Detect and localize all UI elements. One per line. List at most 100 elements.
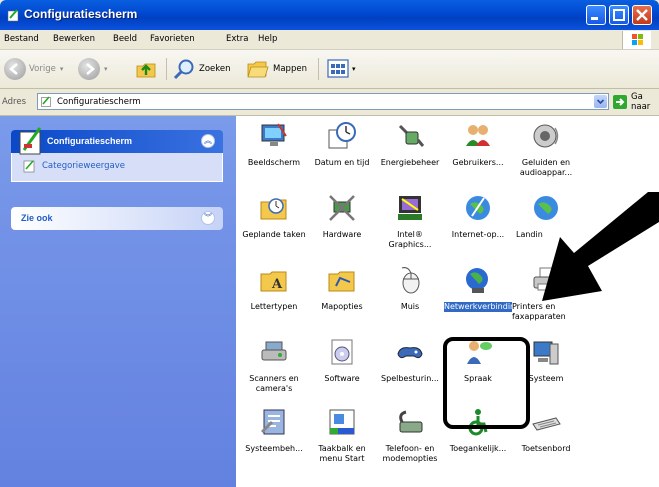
menu-help[interactable]: Help (258, 34, 277, 44)
mouse-icon (401, 267, 420, 294)
control-panel-icon (7, 9, 19, 22)
speaker-icon (533, 124, 559, 148)
item-label: Geplande taken (242, 230, 306, 239)
item-netwerkverbindingen[interactable]: Netwerkverbindingen (444, 264, 512, 312)
standard-toolbar: Vorige ▾ ▾ Zoeken Mappen ▾ (0, 50, 659, 89)
item-gebruikers[interactable]: Gebruikers... (444, 120, 512, 168)
back-arrow-icon (4, 58, 26, 80)
address-field[interactable]: Configuratiescherm (37, 93, 609, 110)
forward-arrow-icon (78, 58, 100, 80)
menu-favorieten[interactable]: Favorieten (150, 34, 195, 44)
see-also-header[interactable]: Zie ook ︾ (11, 207, 223, 230)
items-view: Beeldscherm Datum en tijd Energiebeheer … (236, 116, 659, 487)
item-beeldscherm[interactable]: Beeldscherm (240, 120, 308, 168)
item-label: Datum en tijd (314, 158, 370, 167)
item-energiebeheer[interactable]: Energiebeheer (376, 120, 444, 168)
scheduled-tasks-icon (260, 198, 287, 220)
item-mapopties[interactable]: Mapopties (308, 264, 376, 312)
expand-chevron-icon[interactable]: ︾ (201, 211, 215, 225)
item-geplande-taken[interactable]: Geplande taken (240, 192, 308, 240)
item-label: Mapopties (321, 302, 363, 311)
intel-graphics-icon (398, 196, 422, 220)
close-icon (636, 9, 648, 21)
item-hardware[interactable]: Hardware (308, 192, 376, 240)
network-icon (466, 268, 488, 293)
item-label: Muis (400, 302, 420, 311)
item-lettertypen[interactable]: A Lettertypen (240, 264, 308, 312)
item-label: Lettertypen (250, 302, 298, 311)
control-panel-pane: Configuratiescherm ︽ Categorieweergave (11, 127, 223, 182)
item-label: Software (324, 374, 360, 383)
search-button[interactable]: Zoeken (172, 57, 231, 81)
folders-label: Mappen (273, 64, 307, 74)
title-bar[interactable]: Configuratiescherm (0, 0, 659, 30)
item-datum-en-tijd[interactable]: Datum en tijd (308, 120, 376, 168)
item-label: Hardware (322, 230, 362, 239)
maximize-button[interactable] (609, 5, 629, 25)
back-dropdown-icon[interactable]: ▾ (60, 65, 64, 73)
internet-options-icon (466, 196, 490, 220)
see-also-title: Zie ook (21, 213, 53, 223)
item-label: Landin (516, 230, 543, 239)
item-systeembeheer[interactable]: Systeembeh... (240, 406, 308, 454)
menu-bestand[interactable]: Bestand (4, 34, 39, 44)
item-muis[interactable]: Muis (376, 264, 444, 312)
collapse-chevron-icon[interactable]: ︽ (201, 134, 215, 148)
keyboard-icon (532, 417, 561, 431)
pane-title: Configuratiescherm (47, 136, 133, 146)
forward-dropdown-icon[interactable]: ▾ (104, 65, 108, 73)
maximize-icon (613, 9, 625, 21)
control-panel-small-icon (41, 96, 51, 107)
item-geluiden[interactable]: Geluiden en audioappar... (512, 120, 580, 178)
item-landinstellingen[interactable]: Landin (512, 192, 580, 240)
clock-icon (328, 122, 356, 149)
fonts-icon: A (260, 271, 287, 292)
scanner-icon (261, 341, 287, 361)
windows-logo (622, 31, 651, 49)
item-label: Telefoon- en modemopties (382, 444, 438, 463)
menu-extra[interactable]: Extra (226, 34, 248, 44)
go-button[interactable]: Ga naar (613, 92, 659, 112)
views-button[interactable]: ▾ (326, 57, 356, 81)
close-button[interactable] (632, 5, 652, 25)
address-label: Adres (2, 97, 27, 107)
item-label: Intel® Graphics... (388, 230, 432, 249)
minimize-button[interactable] (586, 5, 606, 25)
menu-bewerken[interactable]: Bewerken (53, 34, 95, 44)
highlight-box (443, 337, 530, 429)
views-dropdown-icon: ▾ (352, 65, 356, 73)
item-taakbalk[interactable]: Taakbalk en menu Start (308, 406, 376, 464)
views-icon (327, 59, 349, 78)
folder-options-icon (328, 271, 355, 292)
explorer-window: Configuratiescherm Bestand Bewerken Beel… (0, 0, 659, 487)
regional-settings-icon (534, 196, 558, 220)
windows-flag-icon (632, 34, 643, 45)
item-label: Energiebeheer (380, 158, 440, 167)
forward-button[interactable]: ▾ (78, 57, 108, 81)
item-telefoon[interactable]: Telefoon- en modemopties (376, 406, 444, 464)
window-title: Configuratiescherm (24, 7, 138, 21)
menu-beeld[interactable]: Beeld (113, 34, 137, 44)
power-icon (398, 124, 425, 147)
back-button[interactable]: Vorige ▾ (4, 57, 63, 81)
go-arrow-icon (613, 95, 627, 109)
toolbar-separator (318, 58, 319, 80)
item-scanners[interactable]: Scanners en camera's (240, 336, 308, 394)
address-dropdown-button[interactable] (594, 95, 607, 108)
users-icon (466, 125, 490, 146)
chevron-down-icon (596, 99, 605, 105)
system-icon (533, 341, 559, 365)
item-spelbesturing[interactable]: Spelbesturin... (376, 336, 444, 384)
category-view-link[interactable]: Categorieweergave (42, 161, 125, 171)
item-label: Printers en faxapparaten (512, 302, 566, 321)
item-intel-graphics[interactable]: Intel® Graphics... (376, 192, 444, 250)
up-button[interactable] (134, 57, 158, 81)
minimize-icon (591, 17, 598, 20)
folders-button[interactable]: Mappen (246, 57, 307, 81)
item-software[interactable]: Software (308, 336, 376, 384)
category-view-icon (23, 160, 35, 173)
item-printers[interactable]: Printers en faxapparaten (512, 264, 580, 322)
go-label: Ga naar (631, 92, 651, 112)
folder-up-icon (136, 63, 156, 78)
item-internet-opties[interactable]: Internet-op... (444, 192, 512, 240)
